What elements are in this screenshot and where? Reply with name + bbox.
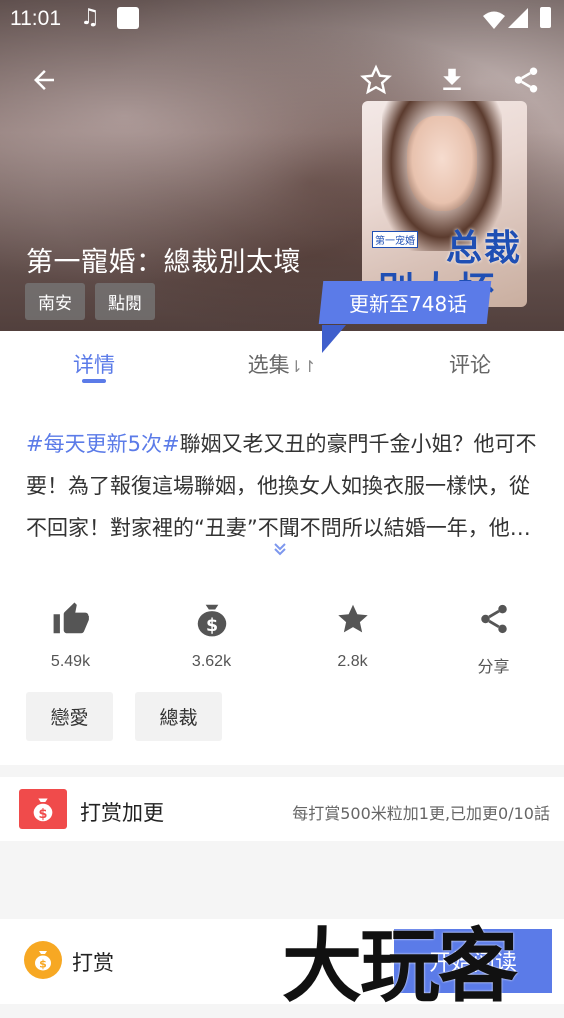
- views-tag[interactable]: 點閱: [95, 283, 155, 320]
- svg-text:$: $: [39, 958, 47, 971]
- update-badge: 更新至748话: [318, 281, 492, 324]
- money-bag-icon: $: [197, 604, 226, 637]
- share-icon: [480, 604, 507, 634]
- reward-row[interactable]: $ 打赏加更 每打賞500米粒加1更,已加更0/10話: [0, 777, 564, 841]
- reward-note: 每打賞500米粒加1更,已加更0/10話: [292, 804, 550, 823]
- tab-indicator: [82, 379, 106, 383]
- svg-text:$: $: [39, 807, 48, 822]
- tab-comments[interactable]: 评论: [376, 331, 564, 393]
- share-button[interactable]: [506, 60, 546, 100]
- tab-details-label: 详情: [73, 353, 115, 377]
- author-tag[interactable]: 南安: [25, 283, 85, 320]
- download-icon: [443, 68, 461, 90]
- badge-tail: [322, 325, 346, 353]
- status-time: 11:01: [10, 7, 61, 30]
- tab-bar: 详情 选集⇂↾ 评论: [0, 331, 564, 393]
- reward-title: 打赏加更: [80, 801, 164, 825]
- rating-stat[interactable]: 2.8k: [282, 599, 423, 677]
- book-cover: 第一宠婚 总裁 别太坏: [362, 101, 527, 307]
- favorite-button[interactable]: [356, 60, 396, 100]
- genre-tag-romance[interactable]: 戀愛: [26, 692, 113, 741]
- watermark: 大玩客: [282, 919, 518, 1013]
- status-bar: 11:01 ♫: [0, 0, 564, 40]
- like-count: 5.49k: [50, 653, 91, 670]
- tab-episodes[interactable]: 选集⇂↾: [188, 331, 376, 393]
- rating-count: 2.8k: [337, 653, 368, 670]
- description-hashtag[interactable]: #每天更新5次#: [26, 432, 180, 456]
- star-icon: [337, 604, 368, 633]
- money-bag-icon: $: [19, 789, 67, 829]
- back-button[interactable]: [24, 60, 64, 100]
- genre-tag-ceo[interactable]: 總裁: [135, 692, 222, 741]
- like-stat[interactable]: 5.49k: [0, 599, 141, 677]
- tab-comments-label: 评论: [449, 353, 491, 377]
- details-panel: #每天更新5次#聯姻又老又丑的豪門千金小姐？他可不要！為了報復這場聯姻，他換女人…: [0, 393, 564, 765]
- expand-chevron-icon[interactable]: [272, 541, 288, 561]
- tab-details[interactable]: 详情: [0, 331, 188, 393]
- thumb-up-icon: [53, 602, 89, 634]
- share-label: 分享: [477, 659, 510, 676]
- battery-icon: [540, 7, 551, 28]
- coin-bag-icon[interactable]: $: [24, 941, 62, 979]
- tip-stat[interactable]: $ 3.62k: [141, 599, 282, 677]
- wifi-icon: [483, 11, 505, 29]
- notification-icon: [117, 7, 139, 29]
- tip-count: 3.62k: [191, 653, 232, 670]
- share-stat[interactable]: 分享: [423, 599, 564, 677]
- download-button[interactable]: [432, 60, 472, 100]
- music-note-icon: ♫: [80, 5, 100, 30]
- arrow-left-icon: [34, 70, 54, 90]
- star-outline-icon: [360, 64, 392, 95]
- tip-button[interactable]: 打赏: [72, 947, 114, 977]
- header-tags: 南安 點閱: [25, 283, 155, 320]
- book-title: 第一寵婚：總裁別太壞: [26, 247, 301, 278]
- sort-icon[interactable]: ⇂↾: [290, 357, 317, 376]
- stats-row: 5.49k $ 3.62k 2.8k 分享: [0, 599, 564, 677]
- svg-text:$: $: [205, 616, 217, 636]
- tab-episodes-label: 选集: [247, 353, 290, 377]
- share-icon: [514, 67, 538, 93]
- description[interactable]: #每天更新5次#聯姻又老又丑的豪門千金小姐？他可不要！為了報復這場聯姻，他換女人…: [26, 423, 542, 549]
- signal-icon: [508, 8, 528, 28]
- cover-face: [407, 116, 477, 211]
- update-badge-label: 更新至748话: [349, 292, 468, 316]
- genre-tags: 戀愛 總裁: [26, 692, 222, 741]
